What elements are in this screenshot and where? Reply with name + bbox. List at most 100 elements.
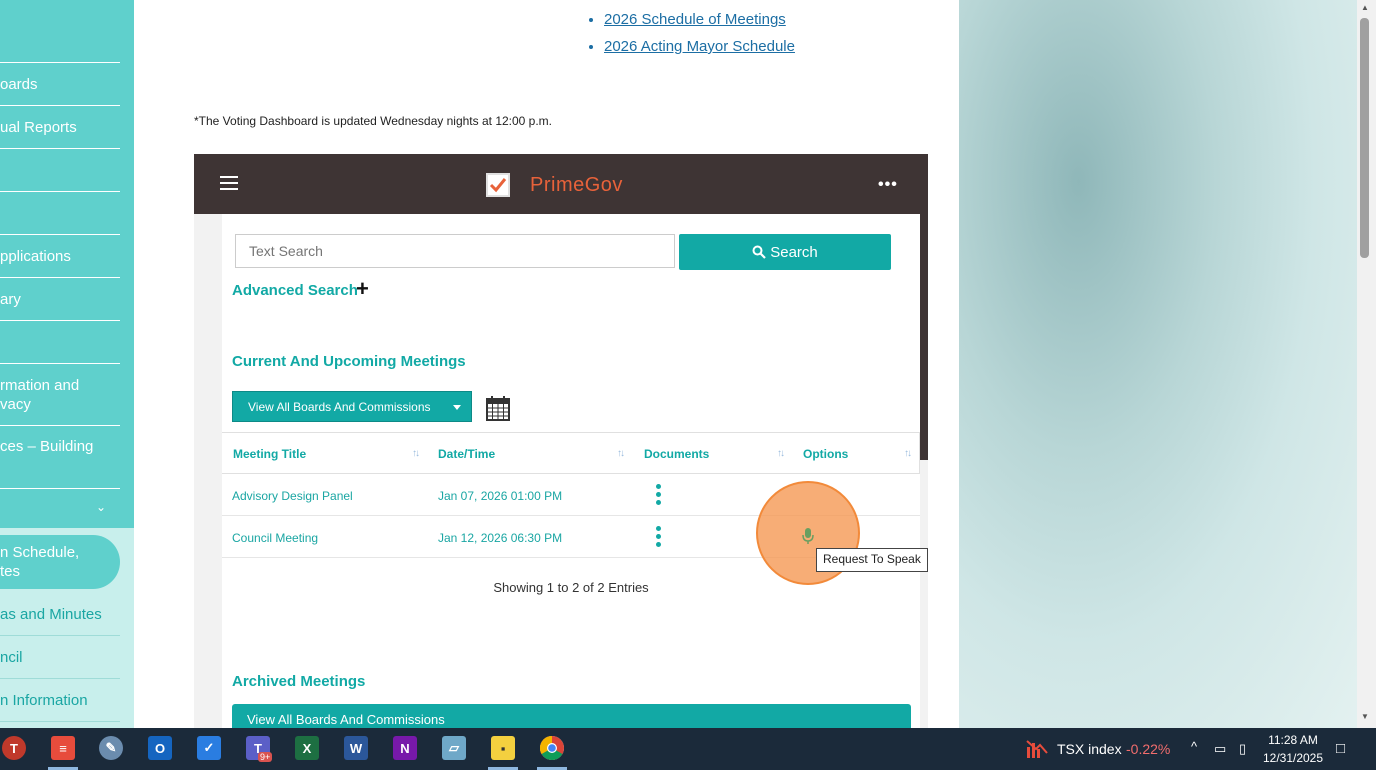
nav-item-label: ncil (0, 648, 23, 666)
battery-icon[interactable]: ▭ (1214, 741, 1226, 757)
list-item: 2026 Acting Mayor Schedule (604, 33, 795, 60)
search-button-label: Search (770, 243, 818, 261)
meeting-title-link[interactable]: Advisory Design Panel (232, 489, 353, 503)
excel-icon[interactable]: X (295, 736, 319, 760)
boards-filter-dropdown[interactable]: View All Boards And Commissions (232, 391, 472, 422)
notifications-icon[interactable]: □ (1336, 740, 1345, 757)
nav-item-blank-2[interactable] (0, 149, 120, 192)
nav-item-label: rmation and (0, 376, 80, 394)
meeting-datetime: Jan 07, 2026 01:00 PM (438, 489, 563, 503)
nav-item-meeting-schedule-active[interactable]: n Schedule, tes (0, 535, 120, 589)
nav-item-applications[interactable]: pplications (0, 235, 120, 278)
search-button[interactable]: Search (679, 234, 891, 270)
list-item: 2026 Schedule of Meetings (604, 6, 795, 33)
stock-chart-icon[interactable] (1026, 737, 1048, 759)
nav-subitem-information[interactable]: n Information (0, 679, 120, 722)
app-red-circle-icon[interactable]: T (2, 736, 26, 760)
column-meeting-title[interactable]: Meeting Title (233, 447, 306, 461)
meeting-datetime: Jan 12, 2026 06:30 PM (438, 531, 563, 545)
primegov-widget: PrimeGov ••• Search Advanced Search + Cu… (194, 154, 928, 728)
primegov-body: Search Advanced Search + Current And Upc… (222, 214, 920, 728)
nav-item-blank-4[interactable] (0, 321, 120, 364)
table-header: Meeting Title ↑↓ Date/Time ↑↓ Documents … (222, 432, 920, 474)
paint-icon[interactable]: ✎ (99, 736, 123, 760)
hamburger-menu-icon[interactable] (220, 176, 238, 194)
voting-dashboard-note: *The Voting Dashboard is updated Wednesd… (194, 114, 553, 128)
text-search-input[interactable] (235, 234, 675, 268)
nav-item-label: tes (0, 563, 21, 580)
caret-down-icon (453, 405, 461, 410)
main-content: 2026 Schedule of Meetings 2026 Acting Ma… (134, 0, 959, 728)
more-options-icon[interactable]: ••• (878, 176, 898, 194)
background-image (959, 0, 1357, 728)
archived-meetings-heading: Archived Meetings (232, 673, 366, 690)
nav-subitem-council[interactable]: ncil (0, 636, 120, 679)
nav-item-label: pplications (0, 247, 71, 265)
page-scrollbar[interactable]: ▲ ▼ (1357, 0, 1376, 728)
plus-icon[interactable]: + (356, 276, 369, 302)
sort-icon[interactable]: ↑↓ (617, 448, 625, 459)
schedule-of-meetings-link[interactable]: 2026 Schedule of Meetings (604, 11, 786, 28)
schedule-links: 2026 Schedule of Meetings 2026 Acting Ma… (586, 6, 795, 60)
app-red-square-icon[interactable]: ≡ (51, 736, 75, 760)
chrome-icon[interactable] (540, 736, 564, 760)
request-to-speak-tooltip: Request To Speak (816, 548, 928, 572)
archived-boards-filter-dropdown[interactable]: View All Boards And Commissions (232, 704, 911, 728)
nav-item-label: oards (0, 75, 38, 93)
tsx-index-label[interactable]: TSX index (1057, 741, 1122, 757)
widget-scroll-edge (920, 214, 928, 460)
calendar-icon[interactable] (486, 395, 510, 426)
nav-item-blank-1[interactable] (0, 20, 120, 63)
nav-item-label: as and Minutes (0, 606, 102, 623)
column-date-time[interactable]: Date/Time (438, 447, 495, 461)
nav-item-building-services[interactable]: ces – Building (0, 426, 120, 489)
teams-badge: 9+ (258, 752, 273, 762)
acting-mayor-schedule-link[interactable]: 2026 Acting Mayor Schedule (604, 38, 795, 55)
documents-menu-icon[interactable] (656, 484, 662, 508)
documents-menu-icon[interactable] (656, 526, 662, 550)
nav-item-label: n Schedule, (0, 544, 80, 561)
nav-item-label: ces – Building (0, 438, 94, 455)
sort-icon[interactable]: ↑↓ (777, 448, 785, 459)
sort-icon[interactable]: ↑↓ (412, 448, 420, 459)
network-icon[interactable]: ▯ (1239, 741, 1246, 757)
meeting-title-link[interactable]: Council Meeting (232, 531, 318, 545)
show-hidden-icons-chevron-icon[interactable]: ^ (1191, 739, 1197, 754)
todo-icon[interactable]: ✓ (197, 736, 221, 760)
nav-item-information-privacy[interactable]: rmation and vacy (0, 364, 120, 426)
chevron-down-icon[interactable]: ⌄ (96, 500, 106, 514)
microphone-icon[interactable] (802, 527, 814, 550)
scroll-down-arrow-icon[interactable]: ▼ (1361, 712, 1369, 721)
nav-item-blank-3[interactable] (0, 192, 120, 235)
tsx-index-value: -0.22% (1126, 741, 1171, 757)
word-icon[interactable]: W (344, 736, 368, 760)
nav-item-label: ary (0, 290, 21, 308)
nav-item-label: n Information (0, 691, 88, 709)
checkbox-logo-icon (486, 173, 510, 197)
sort-icon[interactable]: ↑↓ (904, 448, 912, 459)
nav-item-annual-reports[interactable]: ual Reports (0, 106, 120, 149)
scroll-up-arrow-icon[interactable]: ▲ (1361, 3, 1369, 12)
dropdown-label: View All Boards And Commissions (248, 399, 431, 414)
nav-item-label: ual Reports (0, 118, 77, 136)
scrollbar-thumb[interactable] (1360, 18, 1369, 258)
current-meetings-heading: Current And Upcoming Meetings (232, 353, 466, 370)
dropdown-label: View All Boards And Commissions (247, 712, 445, 727)
notes-app-icon[interactable]: ▱ (442, 736, 466, 760)
outlook-icon[interactable]: O (148, 736, 172, 760)
nav-subitem-agendas-minutes[interactable]: as and Minutes (0, 594, 120, 636)
nav-item-library[interactable]: ary (0, 278, 120, 321)
column-options[interactable]: Options (803, 447, 848, 461)
sticky-notes-icon[interactable]: ▪ (491, 736, 515, 760)
primegov-logo-text: PrimeGov (530, 174, 623, 196)
left-navigation: oards ual Reports pplications ary rmatio… (0, 0, 134, 728)
nav-item-boards[interactable]: oards (0, 63, 120, 106)
search-icon (752, 245, 767, 259)
nav-item-label: vacy (0, 395, 31, 413)
column-documents[interactable]: Documents (644, 447, 709, 461)
advanced-search-link[interactable]: Advanced Search (232, 282, 358, 299)
clock-date[interactable]: 12/31/2025 (1256, 751, 1330, 765)
clock-time[interactable]: 11:28 AM (1258, 733, 1328, 747)
primegov-header: PrimeGov ••• (194, 154, 928, 214)
onenote-icon[interactable]: N (393, 736, 417, 760)
